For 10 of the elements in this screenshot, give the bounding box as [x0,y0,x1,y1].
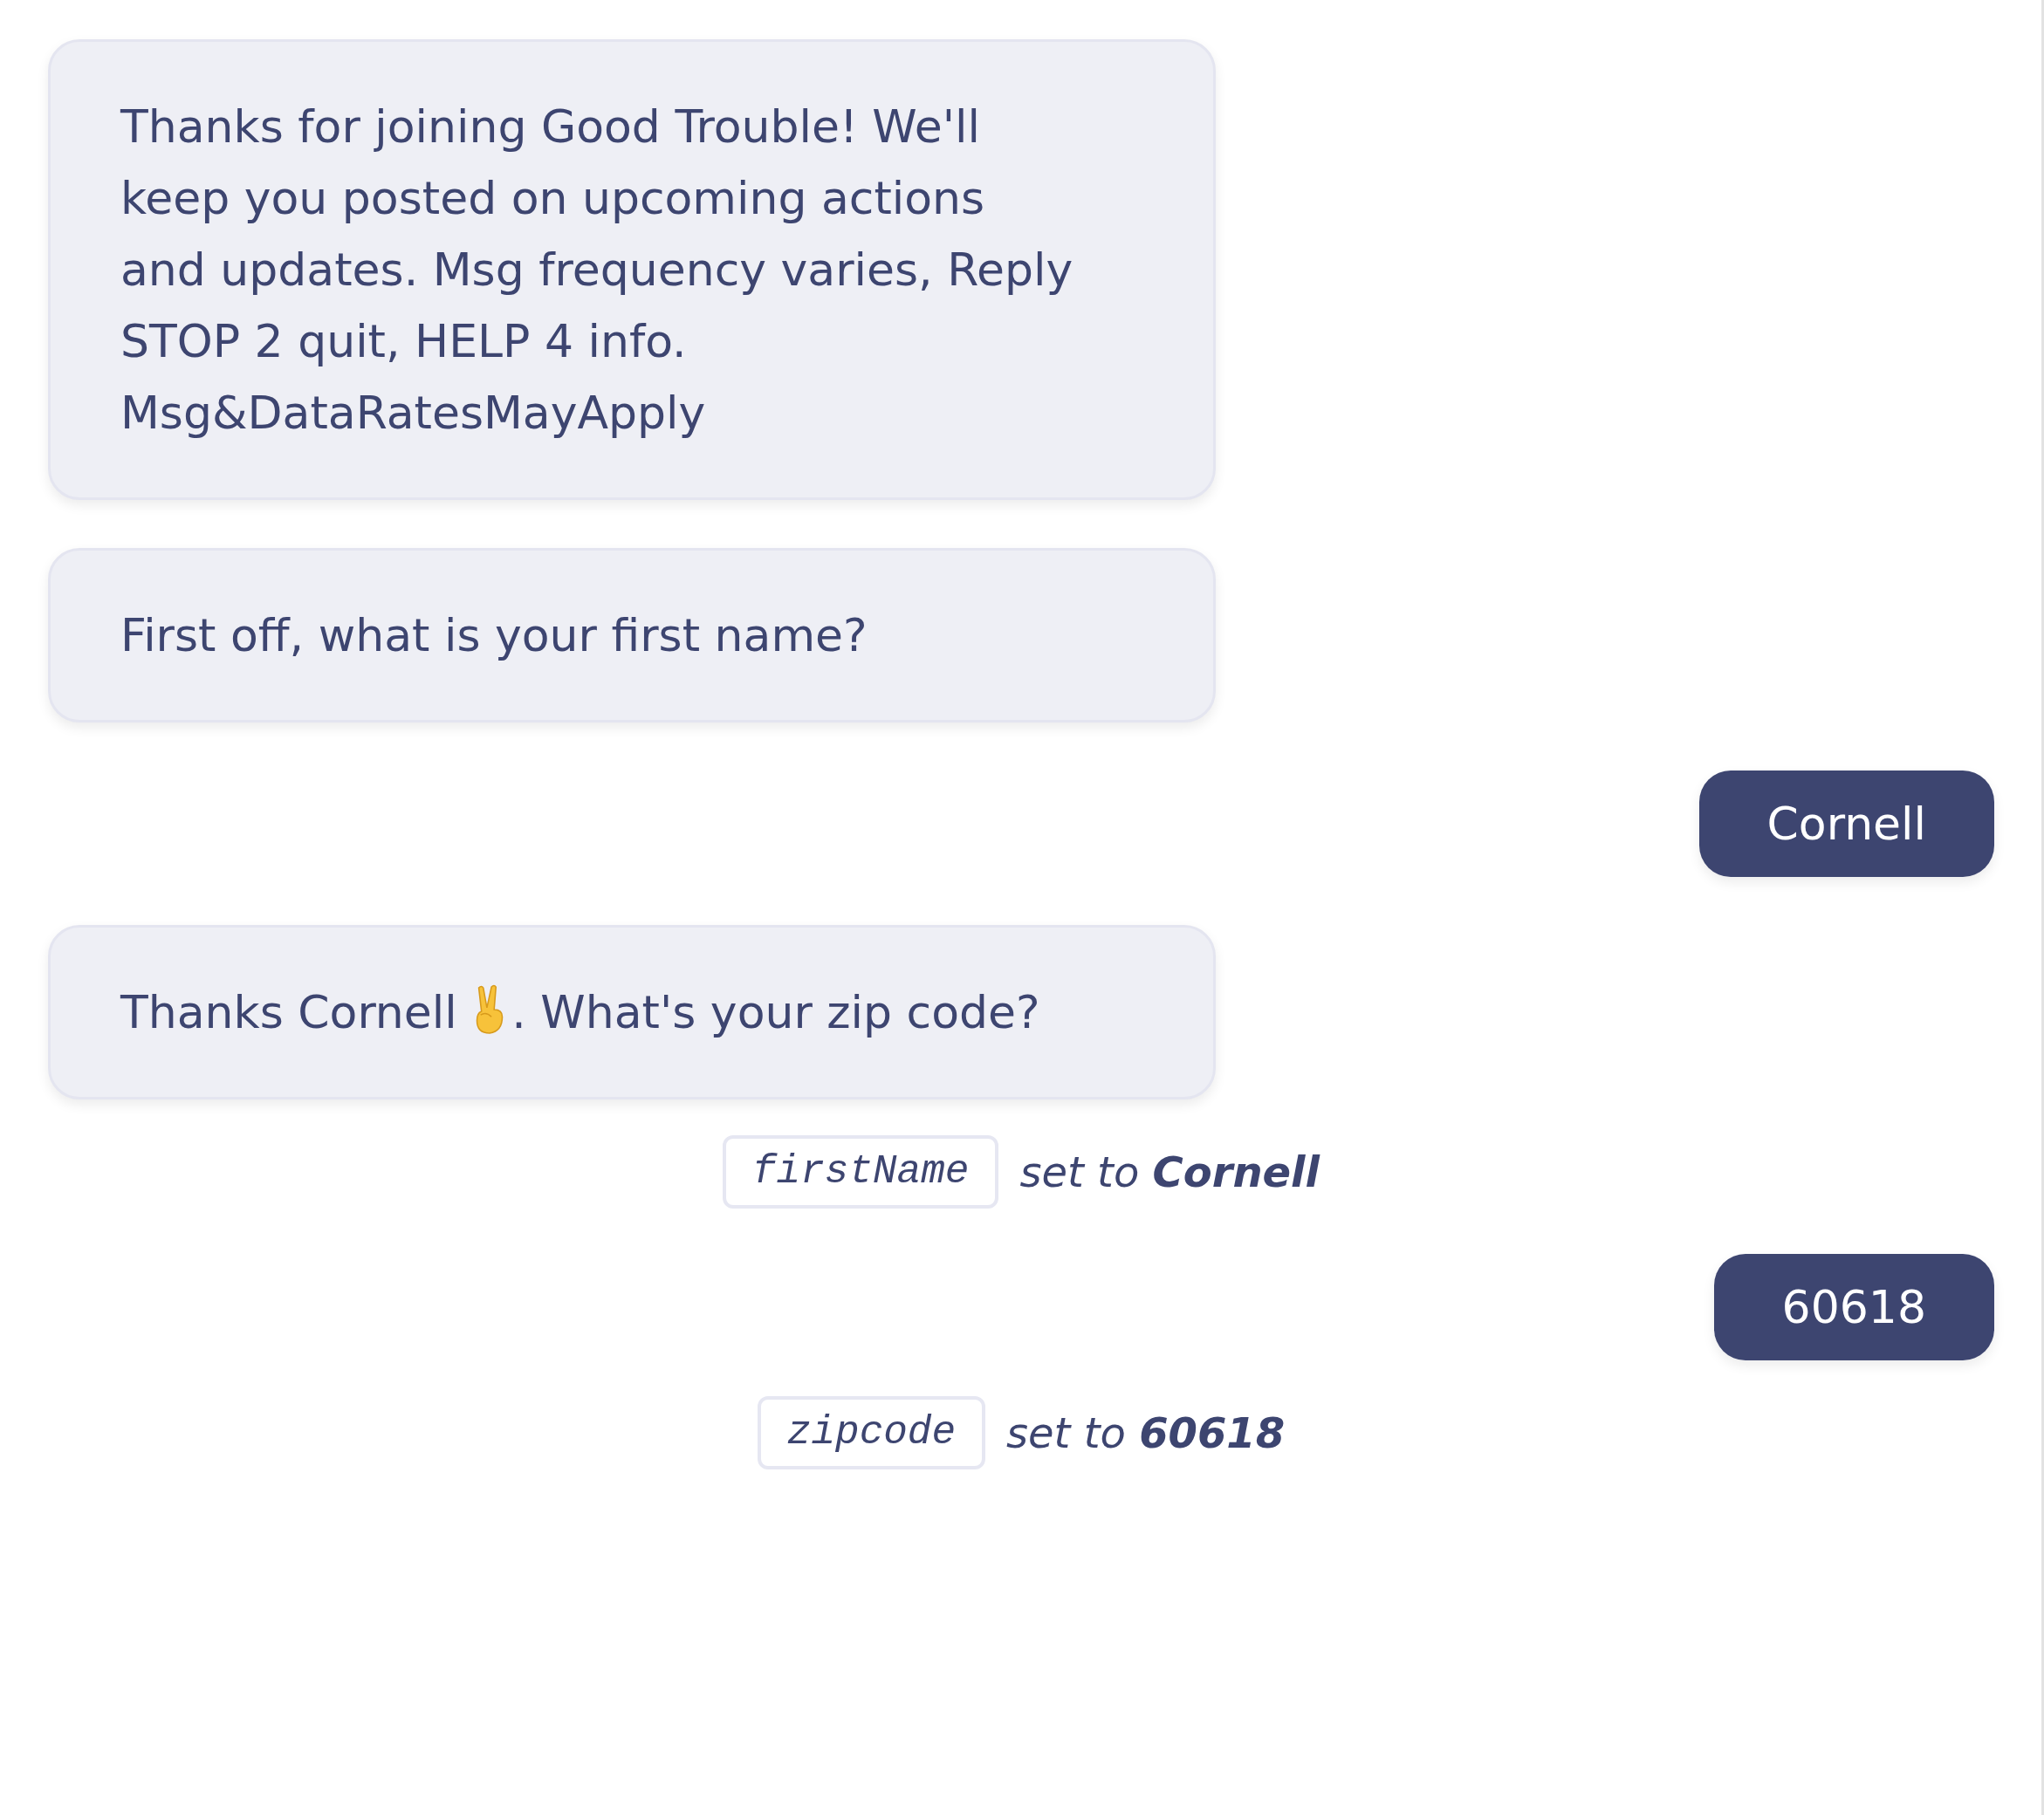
user-message-bubble: Cornell [1698,771,1994,877]
user-message-bubble: 60618 [1713,1254,1994,1360]
variable-name: firstName [723,1135,999,1209]
message-text: Thanks Cornell [120,986,458,1038]
variable-update-text: set to 60618 [1006,1408,1286,1457]
variable-update-text: set to Cornell [1019,1147,1320,1196]
variable-name: zipcode [757,1396,986,1469]
bot-message-bubble: First off, what is your first name? [48,548,1216,723]
message-text: . What's your zip code? [511,986,1040,1038]
bot-message-bubble: Thanks for joining Good Trouble! We'll keep you posted on upcoming actions and updates. Msg frequency varies, Reply STOP 2 quit, HELP 4 info. Msg&DataRatesMayApply [48,39,1216,500]
